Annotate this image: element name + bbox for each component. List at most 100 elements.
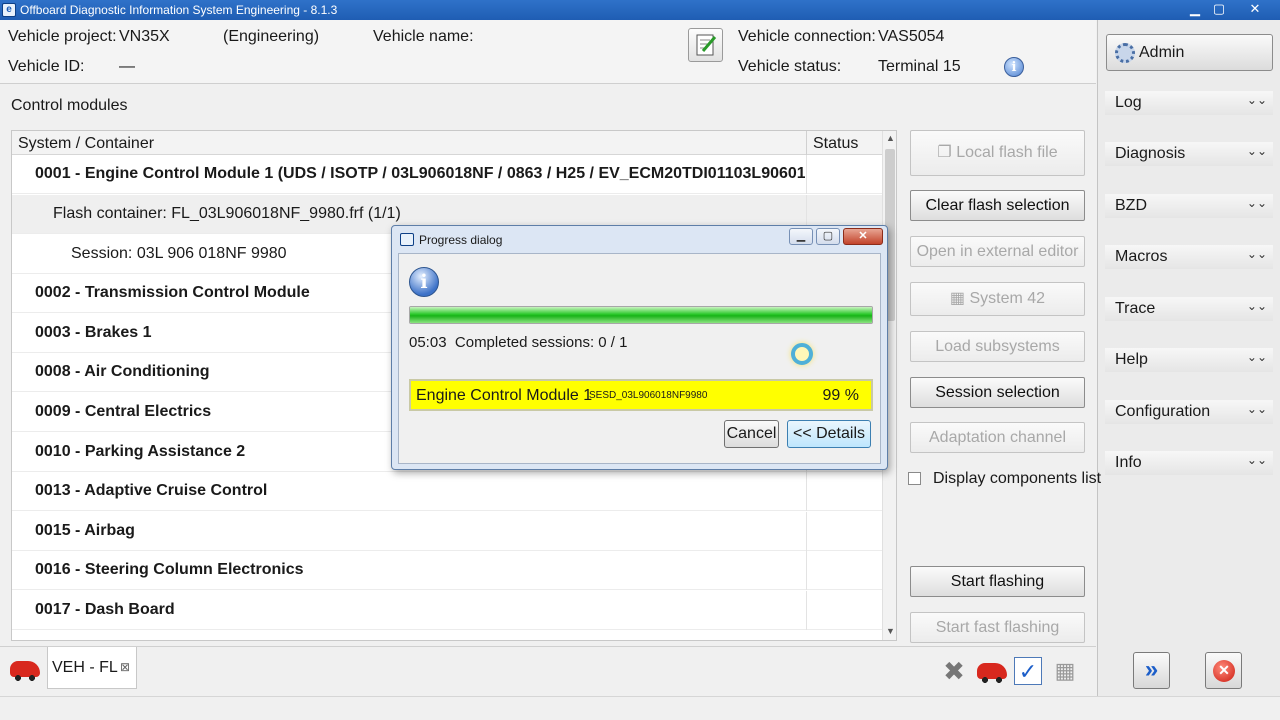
tab-veh-fl[interactable]: VEH - FL ⊠: [47, 647, 137, 689]
module-name: Engine Control Module 1: [416, 387, 593, 404]
grid-icon[interactable]: ▦: [1051, 657, 1079, 685]
session-progress-row: Engine Control Module 1 SESD_03L906018NF…: [409, 379, 873, 411]
admin-button[interactable]: Admin: [1106, 34, 1273, 71]
table-row[interactable]: 0017 - Dash Board: [12, 591, 882, 630]
menu-item-label: Info: [1115, 454, 1142, 471]
vehicle-info-header: Vehicle project: VN35X (Engineering) Veh…: [0, 20, 1096, 84]
menu-item-bzd[interactable]: BZD ⌄⌄: [1105, 194, 1273, 218]
chevron-down-icon: ⌄⌄: [1246, 350, 1267, 364]
elapsed-time: 05:03: [409, 334, 447, 351]
dialog-title: Progress dialog: [419, 233, 503, 247]
row-text: 0016 - Steering Column Electronics: [35, 561, 304, 578]
menu-item-log[interactable]: Log ⌄⌄: [1105, 91, 1273, 115]
table-row[interactable]: 0013 - Adaptive Cruise Control: [12, 472, 882, 511]
table-row[interactable]: 0015 - Airbag: [12, 512, 882, 551]
table-header: System / Container Status: [12, 131, 882, 155]
scroll-down-icon[interactable]: ▼: [883, 626, 896, 640]
tab-label: VEH - FL: [52, 659, 118, 676]
dialog-maximize-button[interactable]: ▢: [816, 228, 840, 245]
display-components-checkbox[interactable]: [908, 472, 921, 485]
row-text: 0015 - Airbag: [35, 522, 135, 539]
session-selection-button[interactable]: Session selection: [910, 377, 1085, 408]
project-mode: (Engineering): [223, 28, 320, 45]
tab-close-icon[interactable]: ⊠: [120, 660, 130, 674]
admin-label: Admin: [1139, 44, 1185, 61]
open-external-editor-button[interactable]: Open in external editor: [910, 236, 1085, 267]
tools-icon[interactable]: ✖: [940, 657, 968, 685]
button-label: System 42: [969, 290, 1046, 307]
busy-spinner-icon: [791, 343, 813, 365]
clear-flash-selection-button[interactable]: Clear flash selection: [910, 190, 1085, 221]
chevron-down-icon: ⌄⌄: [1246, 247, 1267, 261]
cancel-button[interactable]: Cancel: [724, 420, 779, 448]
app-icon: [400, 233, 414, 246]
car-icon[interactable]: [10, 661, 40, 681]
chevron-down-icon: ⌄⌄: [1246, 402, 1267, 416]
start-fast-flashing-button[interactable]: Start fast flashing: [910, 612, 1085, 643]
row-text: Flash container: FL_03L906018NF_9980.frf…: [53, 205, 401, 222]
status-bar: [0, 696, 1280, 720]
menu-item-label: Trace: [1115, 300, 1156, 317]
double-chevron-right-icon: »: [1144, 656, 1159, 683]
menu-item-label: Configuration: [1115, 403, 1211, 420]
column-header-status[interactable]: Status: [813, 135, 858, 153]
chevron-down-icon: ⌄⌄: [1246, 93, 1267, 107]
checkbox-label: Display components list: [933, 470, 1102, 487]
connection-value: VAS5054: [878, 28, 945, 45]
chevron-down-icon: ⌄⌄: [1246, 453, 1267, 467]
menu-item-diagnosis[interactable]: Diagnosis ⌄⌄: [1105, 142, 1273, 166]
row-text: 0008 - Air Conditioning: [35, 363, 210, 380]
stop-button[interactable]: ✕: [1205, 652, 1242, 689]
button-label: Local flash file: [956, 144, 1058, 161]
menu-item-info[interactable]: Info ⌄⌄: [1105, 451, 1273, 475]
start-flashing-button[interactable]: Start flashing: [910, 566, 1085, 597]
edit-vehicle-button[interactable]: [688, 28, 723, 62]
status-cell: [806, 155, 807, 194]
table-row[interactable]: 0001 - Engine Control Module 1 (UDS / IS…: [12, 155, 882, 194]
status-cell: [806, 591, 807, 630]
vehicle-name-label: Vehicle name:: [373, 28, 474, 45]
chevron-down-icon: ⌄⌄: [1246, 196, 1267, 210]
project-label: Vehicle project:: [8, 28, 117, 45]
details-button[interactable]: << Details: [787, 420, 871, 448]
menu-item-label: Help: [1115, 351, 1148, 368]
car-icon[interactable]: [977, 663, 1007, 683]
column-header-system[interactable]: System / Container: [18, 135, 154, 153]
table-row[interactable]: 0016 - Steering Column Electronics: [12, 551, 882, 590]
connection-label: Vehicle connection:: [738, 28, 876, 45]
local-flash-file-button[interactable]: ❐ Local flash file: [910, 130, 1085, 176]
info-icon: i: [409, 267, 439, 297]
menu-item-label: Macros: [1115, 248, 1168, 265]
dialog-body: i 05:03 Completed sessions: 0 / 1 Engine…: [398, 253, 881, 464]
adaptation-channel-button[interactable]: Adaptation channel: [910, 422, 1085, 453]
scroll-up-icon[interactable]: ▲: [883, 133, 896, 147]
app-icon: e: [2, 3, 16, 17]
row-text: 0001 - Engine Control Module 1 (UDS / IS…: [35, 165, 805, 182]
system42-icon: ▦: [949, 290, 970, 307]
system42-button[interactable]: ▦ System 42: [910, 282, 1085, 316]
dialog-minimize-button[interactable]: ▁: [789, 228, 813, 245]
menu-item-label: BZD: [1115, 197, 1147, 214]
menu-item-help[interactable]: Help ⌄⌄: [1105, 348, 1273, 372]
info-icon[interactable]: i: [1004, 57, 1024, 77]
load-subsystems-button[interactable]: Load subsystems: [910, 331, 1085, 362]
column-separator: [806, 131, 807, 155]
close-window-button[interactable]: ✕: [1240, 1, 1270, 18]
vehicle-id-label: Vehicle ID:: [8, 58, 85, 75]
close-circle-icon: ✕: [1213, 660, 1235, 682]
menu-item-trace[interactable]: Trace ⌄⌄: [1105, 297, 1273, 321]
menu-item-configuration[interactable]: Configuration ⌄⌄: [1105, 400, 1273, 424]
maximize-button[interactable]: ▢: [1204, 1, 1234, 18]
dialog-close-button[interactable]: ✕: [843, 228, 883, 245]
window-title: Offboard Diagnostic Information System E…: [20, 3, 338, 17]
menu-item-macros[interactable]: Macros ⌄⌄: [1105, 245, 1273, 269]
checklist-icon[interactable]: ✓: [1014, 657, 1042, 685]
next-button[interactable]: »: [1133, 652, 1170, 689]
status-cell: [806, 472, 807, 511]
menu-item-label: Diagnosis: [1115, 145, 1186, 162]
completed-sessions: Completed sessions: 0 / 1: [454, 334, 628, 351]
row-text: Session: 03L 906 018NF 9980: [71, 245, 287, 262]
progress-bar: [409, 306, 873, 324]
row-text: 0009 - Central Electrics: [35, 403, 212, 420]
session-percent: 99 %: [822, 387, 859, 404]
